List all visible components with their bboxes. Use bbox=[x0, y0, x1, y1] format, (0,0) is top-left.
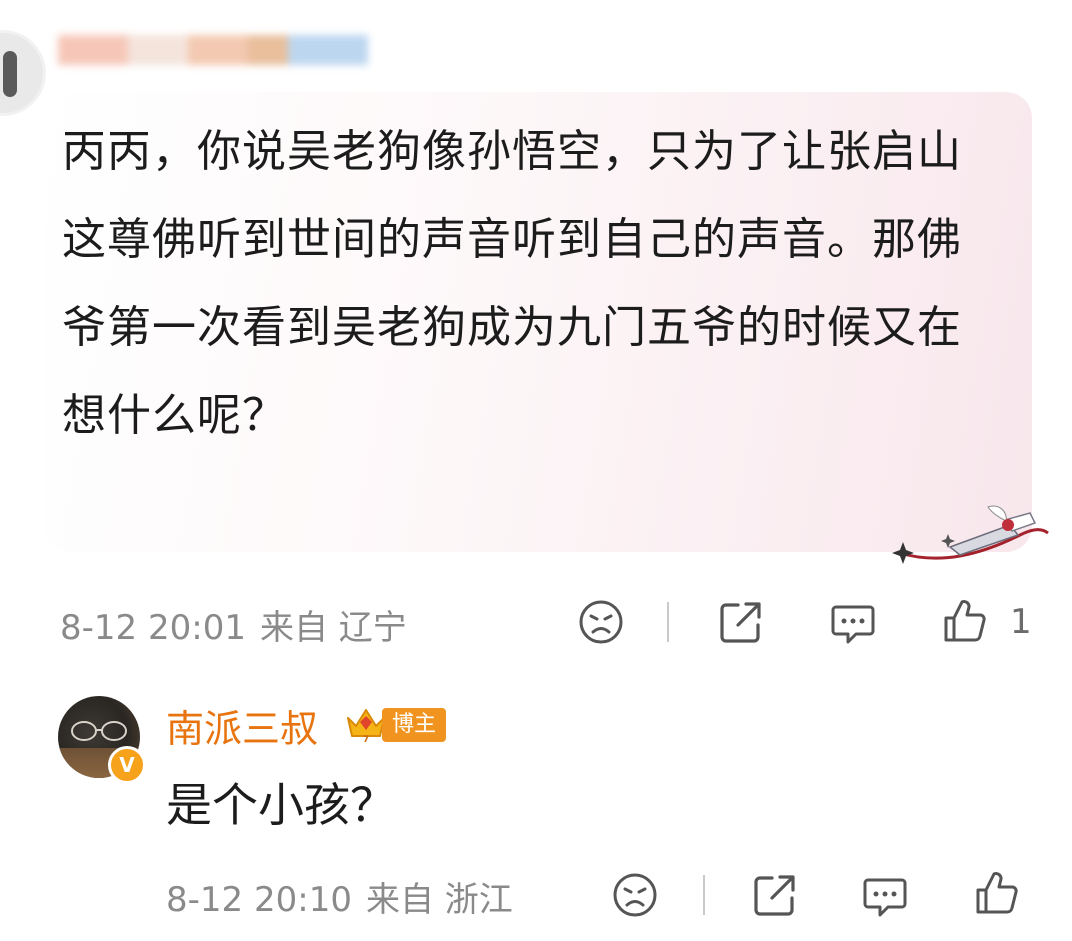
share-icon[interactable] bbox=[716, 597, 766, 647]
comment-icon[interactable] bbox=[860, 870, 910, 920]
reply-author-name[interactable]: 南派三叔 bbox=[166, 698, 318, 753]
commenter-avatar[interactable] bbox=[0, 30, 46, 116]
verified-badge-icon: V bbox=[108, 746, 146, 784]
action-divider bbox=[667, 602, 669, 642]
like-icon[interactable] bbox=[972, 868, 1022, 918]
comment-timestamp: 8-12 20:01 bbox=[60, 608, 246, 648]
reply-text: 是个小孩？ bbox=[166, 778, 396, 832]
comment-text: 丙丙，你说吴老狗像孙悟空，只为了让张启山这尊佛听到世间的声音听到自己的声音。那佛… bbox=[62, 126, 962, 441]
reply-meta: 8-12 20:10 来自 浙江 bbox=[166, 872, 513, 921]
action-divider bbox=[703, 875, 705, 915]
bubble-ornament-icon bbox=[892, 505, 1049, 564]
comment-icon[interactable] bbox=[828, 597, 878, 647]
dislike-icon[interactable] bbox=[610, 870, 660, 920]
like-icon[interactable] bbox=[940, 596, 990, 646]
comment-meta: 8-12 20:01 来自 辽宁 bbox=[60, 600, 407, 649]
reply-timestamp: 8-12 20:10 bbox=[166, 880, 352, 920]
share-icon[interactable] bbox=[750, 870, 800, 920]
comment-location: 来自 辽宁 bbox=[259, 608, 407, 648]
like-count: 1 bbox=[1010, 602, 1032, 642]
reply-location: 来自 浙江 bbox=[365, 880, 513, 920]
dislike-icon[interactable] bbox=[576, 597, 626, 647]
svg-text:7: 7 bbox=[363, 735, 369, 744]
commenter-name-blurred[interactable] bbox=[58, 20, 378, 80]
host-badge: 博主 bbox=[382, 708, 447, 742]
